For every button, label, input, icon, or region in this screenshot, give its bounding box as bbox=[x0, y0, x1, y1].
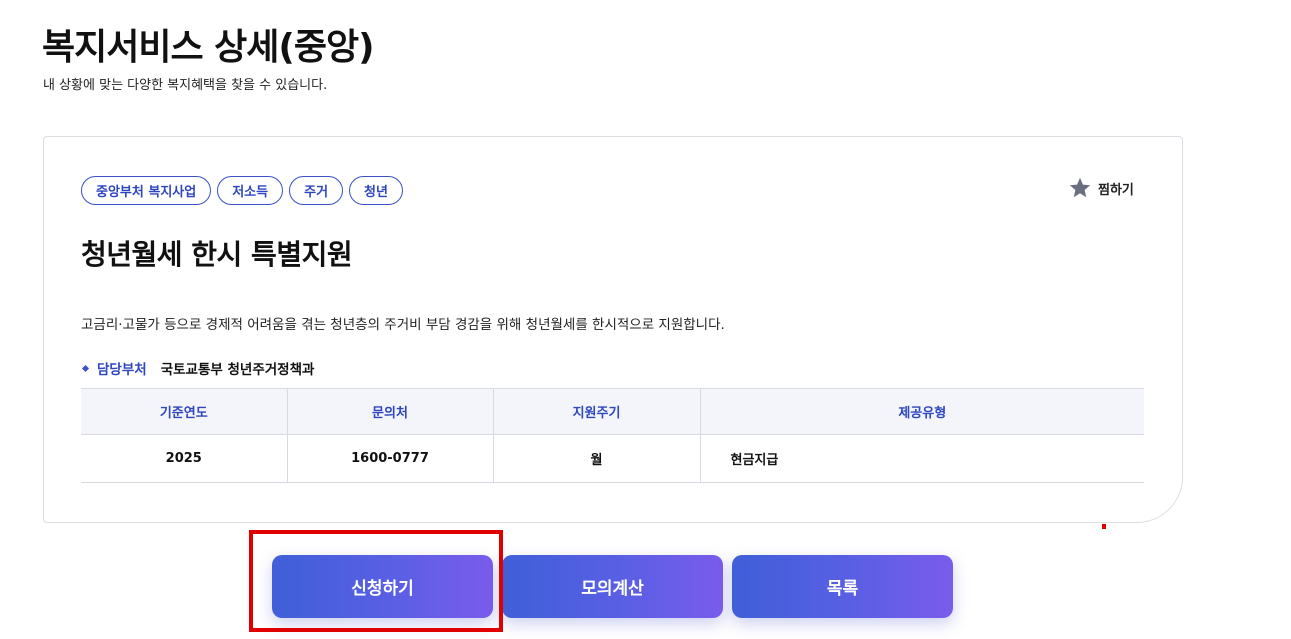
apply-highlight-box bbox=[249, 530, 503, 632]
service-description: 고금리·고물가 등으로 경제적 어려움을 겪는 청년층의 주거비 부담 경감을 … bbox=[81, 317, 725, 333]
red-marker bbox=[1102, 524, 1106, 529]
header-provision-type: 제공유형 bbox=[700, 388, 1144, 435]
list-button[interactable]: 목록 bbox=[732, 555, 953, 618]
tag-low-income: 저소득 bbox=[217, 176, 284, 205]
header-support-cycle: 지원주기 bbox=[493, 388, 701, 435]
page-title: 복지서비스 상세(중앙) bbox=[42, 27, 375, 68]
bookmark-button[interactable]: 찜하기 bbox=[1068, 176, 1134, 200]
diamond-bullet-icon bbox=[81, 364, 90, 372]
table-row: 2025 1600-0777 월 현금지급 bbox=[81, 434, 1144, 483]
star-icon bbox=[1069, 177, 1091, 198]
cell-contact: 1600-0777 bbox=[287, 434, 494, 483]
cell-base-year: 2025 bbox=[81, 434, 288, 483]
tag-youth: 청년 bbox=[349, 176, 403, 205]
header-contact: 문의처 bbox=[287, 388, 494, 435]
department-label: 담당부처 bbox=[97, 362, 147, 378]
service-title: 청년월세 한시 특별지원 bbox=[81, 238, 353, 271]
tag-central-ministry: 중앙부처 복지사업 bbox=[81, 176, 212, 205]
cell-support-cycle: 월 bbox=[493, 434, 701, 483]
bookmark-label: 찜하기 bbox=[1098, 182, 1134, 198]
cell-provision-type: 현금지급 bbox=[700, 434, 1144, 483]
service-detail-card: 중앙부처 복지사업 저소득 주거 청년 찜하기 청년월세 한시 특별지원 고금리… bbox=[43, 136, 1183, 523]
mock-calculation-button[interactable]: 모의계산 bbox=[502, 555, 723, 618]
header-base-year: 기준연도 bbox=[81, 388, 288, 435]
page-subtitle: 내 상황에 맞는 다양한 복지혜택을 찾을 수 있습니다. bbox=[43, 78, 328, 93]
department-info: 담당부처 국토교통부 청년주거정책과 bbox=[81, 358, 314, 378]
table-header-row: 기준연도 문의처 지원주기 제공유형 bbox=[81, 388, 1144, 435]
service-info-table: 기준연도 문의처 지원주기 제공유형 2025 1600-0777 월 현금지급 bbox=[81, 388, 1144, 483]
department-value: 국토교통부 청년주거정책과 bbox=[160, 362, 315, 378]
tag-list: 중앙부처 복지사업 저소득 주거 청년 bbox=[81, 176, 403, 205]
tag-housing: 주거 bbox=[289, 176, 344, 205]
